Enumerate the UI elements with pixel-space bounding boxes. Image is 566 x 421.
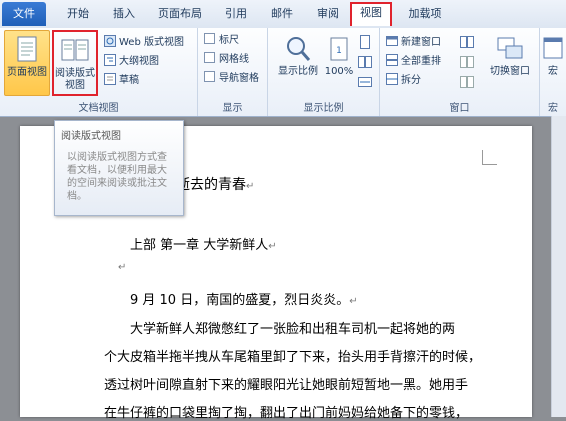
outline-view-button[interactable]: 大纲视图 <box>104 53 159 71</box>
tab-insert[interactable]: 插入 <box>104 3 144 25</box>
tooltip-line: 的空间来阅读或批注文 <box>67 178 167 189</box>
reset-window-position-icon[interactable] <box>460 74 474 93</box>
nav-pane-check <box>204 71 215 82</box>
web-layout-icon <box>104 35 116 47</box>
ruler-checkbox[interactable]: 标尺 <box>204 32 239 50</box>
ruler-label: 标尺 <box>219 35 239 46</box>
synchronous-scrolling-icon[interactable] <box>460 54 474 73</box>
outline-icon <box>104 54 116 66</box>
draft-label: 草稿 <box>119 75 139 86</box>
macros-button[interactable]: 宏 <box>540 30 566 96</box>
reading-layout-icon <box>61 36 89 66</box>
draft-view-button[interactable]: 草稿 <box>104 72 139 90</box>
outline-label: 大纲视图 <box>119 56 159 67</box>
empty-paragraph-mark: ↵ <box>118 262 127 273</box>
reading-layout-view-button[interactable]: 阅读版式 视图 <box>52 30 98 96</box>
web-layout-button[interactable]: Web 版式视图 <box>104 34 184 52</box>
new-window-icon <box>386 35 398 47</box>
paragraph-mark: ↵ <box>268 241 277 252</box>
web-layout-label: Web 版式视图 <box>119 37 184 48</box>
group-label-macros: 宏 <box>548 103 558 114</box>
tab-addins[interactable]: 加载项 <box>400 3 450 25</box>
gridlines-label: 网格线 <box>219 54 249 65</box>
tab-review[interactable]: 审阅 <box>308 3 348 25</box>
nav-pane-checkbox[interactable]: 导航窗格 <box>204 70 259 88</box>
group-label-zoom: 显示比例 <box>303 103 344 114</box>
group-label-document-views: 文档视图 <box>78 103 119 114</box>
paragraph-mark: ↵ <box>246 181 255 192</box>
nav-pane-label: 导航窗格 <box>219 73 259 84</box>
body-line-2[interactable]: 个大皮箱半拖半拽从车尾箱里卸了下来，抬头用手背擦汗的时候， <box>104 346 481 365</box>
arrange-all-icon <box>386 54 398 66</box>
split-label: 拆分 <box>401 75 421 86</box>
page-view-label: 页面视图 <box>7 67 47 78</box>
view-side-by-side-icon[interactable] <box>460 34 474 53</box>
reading-view-label-1: 阅读版式 <box>55 68 95 79</box>
chapter-heading[interactable]: 上部 第一章 大学新鲜人↵ <box>130 234 277 253</box>
gridlines-check <box>204 52 215 63</box>
zoom-100-button[interactable]: 1 100% <box>324 30 354 96</box>
tab-view[interactable]: 视图 <box>350 2 392 26</box>
group-label-show: 显示 <box>222 103 243 114</box>
reading-view-label-2: 视图 <box>65 80 85 91</box>
reading-view-tooltip: 阅读版式视图 以阅读版式视图方式查 看文档，以便利用最大 的空间来阅读或批注文 … <box>54 120 184 216</box>
tab-page-layout[interactable]: 页面布局 <box>150 3 210 25</box>
draft-icon <box>104 73 116 85</box>
zoom-100-label: 100% <box>324 66 354 77</box>
split-icon <box>386 73 398 85</box>
two-pages-icon[interactable] <box>358 54 372 73</box>
chapter-heading-text: 上部 第一章 大学新鲜人 <box>130 238 269 253</box>
date-line[interactable]: 9 月 10 日，南国的盛夏，烈日炎炎。↵ <box>130 289 358 308</box>
arrange-all-button[interactable]: 全部重排 <box>386 53 441 71</box>
ribbon: 页面视图 阅读版式 视图 Web 版式视图 大纲视图 草稿 文档视图 标尺 网格… <box>0 28 566 117</box>
date-line-text: 9 月 10 日，南国的盛夏，烈日炎炎。 <box>130 293 350 308</box>
tab-home[interactable]: 开始 <box>58 3 98 25</box>
split-button[interactable]: 拆分 <box>386 72 421 90</box>
page-view-icon <box>13 35 41 65</box>
ribbon-tab-bar: 文件 开始 插入 页面布局 引用 邮件 审阅 视图 加载项 <box>0 0 566 29</box>
body-line-4[interactable]: 在牛仔裤的口袋里掏了掏，翻出了出门前妈妈给她备下的零钱， <box>104 402 468 421</box>
page-width-icon[interactable] <box>358 74 372 93</box>
tooltip-line: 以阅读版式视图方式查 <box>67 152 167 163</box>
switch-windows-button[interactable]: 切换窗口 <box>484 30 536 96</box>
tab-references[interactable]: 引用 <box>216 3 256 25</box>
page-view-button[interactable]: 页面视图 <box>4 30 50 96</box>
switch-windows-label: 切换窗口 <box>490 66 530 77</box>
new-window-button[interactable]: 新建窗口 <box>386 34 441 52</box>
group-zoom: 显示比例 1 100% 显示比例 <box>268 28 380 116</box>
page-corner-mark <box>482 150 497 165</box>
zoom-label: 显示比例 <box>278 66 318 77</box>
zoom-100-icon: 1 <box>325 34 353 64</box>
macros-icon <box>542 34 564 64</box>
tooltip-line: 看文档，以便利用最大 <box>67 165 167 176</box>
group-window: 新建窗口 全部重排 拆分 切换窗口 窗口 <box>380 28 540 116</box>
group-label-window: 窗口 <box>449 103 470 114</box>
new-window-label: 新建窗口 <box>401 37 441 48</box>
tab-file[interactable]: 文件 <box>2 2 46 26</box>
tooltip-title: 阅读版式视图 <box>61 131 121 142</box>
group-macros: 宏 宏 <box>540 28 566 116</box>
one-page-icon[interactable] <box>358 34 372 53</box>
body-line-1[interactable]: 大学新鲜人郑微憋红了一张脸和出租车司机一起将她的两 <box>130 318 455 337</box>
zoom-button[interactable]: 显示比例 <box>272 30 324 96</box>
group-document-views: 页面视图 阅读版式 视图 Web 版式视图 大纲视图 草稿 文档视图 <box>0 28 198 116</box>
tab-mailings[interactable]: 邮件 <box>262 3 302 25</box>
macros-label: 宏 <box>548 66 558 77</box>
paragraph-mark: ↵ <box>349 296 358 307</box>
magnifier-icon <box>284 34 312 64</box>
switch-windows-icon <box>496 34 524 64</box>
gridlines-checkbox[interactable]: 网格线 <box>204 51 249 69</box>
ruler-check <box>204 33 215 44</box>
group-show: 标尺 网格线 导航窗格 显示 <box>198 28 268 116</box>
tooltip-line: 档。 <box>67 191 87 202</box>
vertical-scrollbar[interactable] <box>551 116 566 417</box>
arrange-all-label: 全部重排 <box>401 56 441 67</box>
svg-text:1: 1 <box>336 46 342 56</box>
body-line-3[interactable]: 透过树叶间隙直射下来的耀眼阳光让她眼前短暂地一黑。她用手 <box>104 374 468 393</box>
